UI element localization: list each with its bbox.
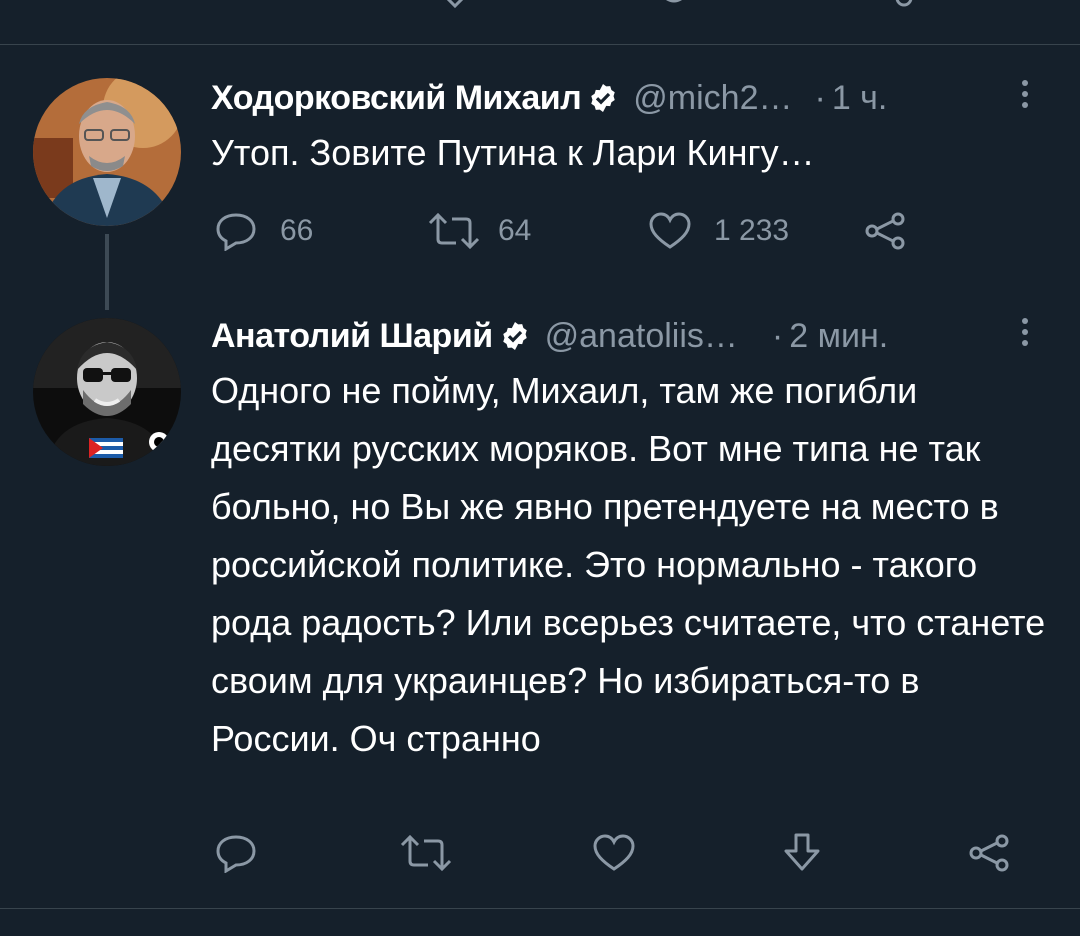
author-name[interactable]: Ходорковский Михаил [211, 79, 582, 118]
reply-icon [216, 213, 256, 251]
verified-badge-icon [502, 322, 527, 350]
like-count: 1 233 [714, 214, 790, 247]
reply-count: 66 [280, 214, 314, 247]
reply-button[interactable] [214, 833, 258, 873]
retweet-icon[interactable] [425, 0, 465, 12]
reply-icon [216, 835, 256, 873]
author-handle[interactable]: @mich2… [633, 79, 792, 118]
avatar[interactable] [33, 318, 181, 466]
more-options-icon[interactable] [1021, 80, 1029, 113]
author-handle[interactable]: @anatoliis… [545, 317, 738, 356]
share-icon[interactable] [884, 0, 924, 12]
download-button[interactable] [780, 831, 824, 875]
retweet-button[interactable] [398, 833, 454, 873]
tweet-text: Одного не пойму, Михаил, там же погибли … [211, 370, 1046, 759]
thread-connector-line [105, 234, 109, 310]
like-icon [593, 834, 635, 871]
like-icon [649, 212, 691, 249]
author-name[interactable]: Анатолий Шарий [211, 317, 493, 356]
divider-top [0, 44, 1080, 45]
like-button[interactable] [592, 833, 636, 873]
retweet-count: 64 [498, 214, 532, 247]
time-separator: · [814, 78, 826, 117]
share-button[interactable] [966, 833, 1012, 873]
reply-icon[interactable] [226, 0, 266, 16]
share-icon [865, 212, 905, 250]
more-options-icon[interactable] [1021, 318, 1029, 351]
time-separator: · [771, 316, 784, 355]
tweet-text: Утоп. Зовите Путина к Лари Кингу… [211, 132, 815, 173]
avatar[interactable] [33, 78, 181, 226]
tweet-time[interactable]: 1 ч. [832, 79, 888, 118]
retweet-icon [400, 834, 452, 872]
retweet-icon [428, 212, 480, 250]
previous-tweet-actions [0, 0, 1080, 20]
tweet-header: Анатолий Шарий @anatoliis… · 2 мин. [211, 314, 888, 358]
verified-badge-icon [591, 84, 616, 112]
retweet-button[interactable]: 64 [426, 211, 531, 251]
reply-button[interactable]: 66 [214, 211, 313, 251]
like-icon[interactable] [654, 0, 694, 12]
share-button[interactable] [862, 211, 908, 251]
like-button[interactable]: 1 233 [648, 211, 789, 251]
tweet-header: Ходорковский Михаил @mich2… · 1 ч. [211, 76, 887, 120]
share-icon [969, 834, 1009, 872]
divider-bottom [0, 908, 1080, 909]
download-icon [784, 833, 820, 871]
tweet-time[interactable]: 2 мин. [789, 317, 888, 356]
